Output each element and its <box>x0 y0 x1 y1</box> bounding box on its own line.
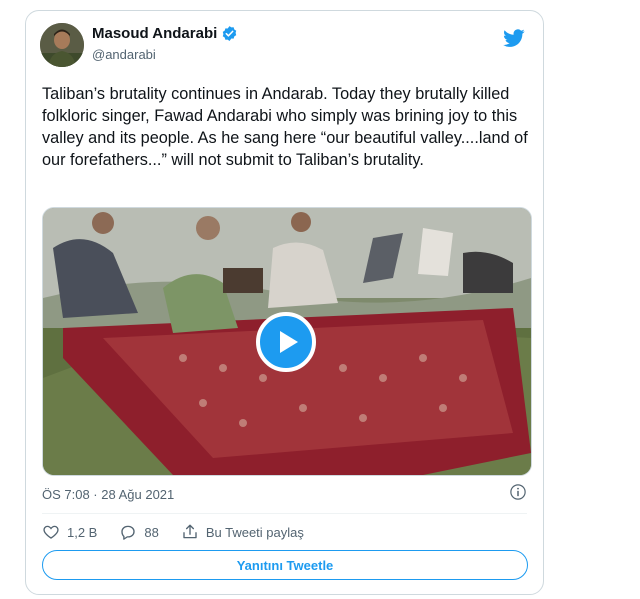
reply-count: 88 <box>144 524 159 540</box>
share-label: Bu Tweeti paylaş <box>205 524 304 540</box>
play-icon <box>280 331 298 353</box>
like-action[interactable]: 1,2 B <box>42 523 97 541</box>
divider <box>42 513 527 514</box>
share-action[interactable]: Bu Tweeti paylaş <box>181 523 304 541</box>
author-handle[interactable]: @andarabi <box>92 47 156 62</box>
twitter-bird-icon[interactable] <box>503 27 525 49</box>
like-count: 1,2 B <box>67 524 98 540</box>
avatar[interactable] <box>40 23 84 67</box>
author-name[interactable]: Masoud Andarabi <box>92 25 217 42</box>
share-icon <box>183 524 197 539</box>
comment-icon <box>121 525 136 540</box>
tweet-text: Taliban’s brutality continues in Andarab… <box>42 85 528 169</box>
tweet-card: Masoud Andarabi @andarabi Taliban’s brut… <box>25 10 544 595</box>
video-player[interactable] <box>42 207 532 476</box>
info-icon[interactable] <box>509 483 527 501</box>
tweet-reply-label: Yanıtını Tweetle <box>236 557 334 573</box>
tweet-timestamp[interactable]: ÖS 7:08 · 28 Ağu 2021 <box>42 487 174 502</box>
verified-badge-icon <box>223 26 237 41</box>
play-button[interactable] <box>256 312 316 372</box>
tweet-reply-button[interactable]: Yanıtını Tweetle <box>42 550 528 580</box>
heart-icon <box>43 525 59 539</box>
action-bar: 1,2 B 88 Bu Tweeti paylaş <box>42 523 326 541</box>
author-name-row: Masoud Andarabi <box>92 25 238 42</box>
reply-action[interactable]: 88 <box>119 523 159 541</box>
